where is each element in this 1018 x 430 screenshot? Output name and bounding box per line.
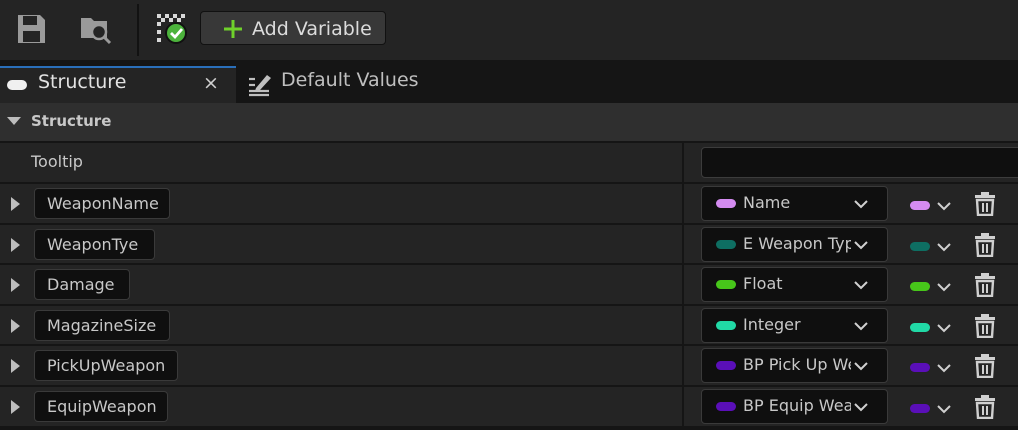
expand-arrow-icon[interactable] xyxy=(11,278,20,292)
trash-icon[interactable] xyxy=(974,272,996,297)
chevron-down-icon xyxy=(854,403,868,412)
chevron-down-icon[interactable] xyxy=(936,362,952,374)
variable-type-dropdown[interactable]: E Weapon Type xyxy=(701,227,888,262)
container-type-pill[interactable] xyxy=(910,201,930,210)
container-type-pill[interactable] xyxy=(910,323,930,332)
trash-icon[interactable] xyxy=(974,232,996,257)
variable-type-label: BP Pick Up Weapon xyxy=(743,355,851,374)
variable-name-field[interactable]: Damage xyxy=(34,269,130,300)
expand-arrow-icon[interactable] xyxy=(11,197,20,211)
chevron-down-icon xyxy=(854,322,868,331)
variable-name-field[interactable]: WeaponTye xyxy=(34,229,155,260)
chevron-down-icon xyxy=(854,200,868,209)
structure-tab-icon xyxy=(7,80,27,90)
column-divider[interactable] xyxy=(682,225,684,264)
browse-folder-icon[interactable] xyxy=(79,12,113,46)
chevron-down-icon[interactable] xyxy=(936,241,952,253)
save-icon[interactable] xyxy=(14,12,48,46)
column-divider[interactable] xyxy=(682,346,684,385)
chevron-down-icon[interactable] xyxy=(936,281,952,293)
container-type-pill[interactable] xyxy=(910,363,930,372)
expand-arrow-icon[interactable] xyxy=(11,319,20,333)
variable-type-label: Integer xyxy=(743,315,801,334)
collapse-icon[interactable] xyxy=(7,117,21,125)
chevron-down-icon[interactable] xyxy=(936,403,952,415)
column-divider[interactable] xyxy=(682,143,684,182)
variable-type-dropdown[interactable]: Name xyxy=(701,186,888,221)
variable-name-field[interactable]: PickUpWeapon xyxy=(34,350,178,381)
variable-row: PickUpWeapon BP Pick Up Weapon xyxy=(0,344,1018,385)
tab-structure-label: Structure xyxy=(38,71,127,93)
trash-icon[interactable] xyxy=(974,191,996,216)
column-divider[interactable] xyxy=(682,265,684,304)
tooltip-row: Tooltip xyxy=(0,141,1018,182)
chevron-down-icon xyxy=(854,281,868,290)
add-variable-button[interactable]: Add Variable xyxy=(200,11,386,45)
variable-row: EquipWeapon BP Equip Weapon xyxy=(0,385,1018,426)
variable-type-label: Float xyxy=(743,274,783,293)
type-color-pill xyxy=(716,321,736,330)
expand-arrow-icon[interactable] xyxy=(11,359,20,373)
tooltip-input[interactable] xyxy=(701,147,1018,178)
section-title: Structure xyxy=(31,112,112,130)
variable-type-label: Name xyxy=(743,193,791,212)
chevron-down-icon[interactable] xyxy=(936,322,952,334)
type-color-pill xyxy=(716,240,736,249)
expand-arrow-icon[interactable] xyxy=(11,238,20,252)
type-color-pill xyxy=(716,361,736,370)
type-color-pill xyxy=(716,402,736,411)
type-color-pill xyxy=(716,280,736,289)
toolbar-separator xyxy=(137,4,139,56)
variable-name-field[interactable]: MagazineSize xyxy=(34,310,170,341)
variable-name-field[interactable]: WeaponName xyxy=(34,188,170,219)
variable-row: WeaponTye E Weapon Type xyxy=(0,223,1018,264)
column-divider[interactable] xyxy=(682,184,684,223)
variable-row: MagazineSize Integer xyxy=(0,304,1018,345)
plus-icon xyxy=(224,20,242,38)
chevron-down-icon xyxy=(854,241,868,250)
variable-type-label: BP Equip Weapon xyxy=(743,396,851,415)
variable-type-dropdown[interactable]: BP Equip Weapon xyxy=(701,389,888,424)
variable-type-dropdown[interactable]: Integer xyxy=(701,308,888,343)
container-type-pill[interactable] xyxy=(910,282,930,291)
trash-icon[interactable] xyxy=(974,313,996,338)
chevron-down-icon[interactable] xyxy=(936,200,952,212)
tab-bar: Structure × Default Values xyxy=(0,60,1018,103)
trash-icon[interactable] xyxy=(974,394,996,419)
container-type-pill[interactable] xyxy=(910,404,930,413)
type-color-pill xyxy=(716,199,736,208)
tooltip-label: Tooltip xyxy=(31,152,83,171)
column-divider[interactable] xyxy=(682,387,684,426)
chevron-down-icon xyxy=(854,362,868,371)
edit-list-icon xyxy=(249,75,271,97)
trash-icon[interactable] xyxy=(974,353,996,378)
expand-arrow-icon[interactable] xyxy=(11,400,20,414)
container-type-pill[interactable] xyxy=(910,242,930,251)
tab-default-values[interactable]: Default Values xyxy=(246,66,446,103)
structure-section-header[interactable]: Structure xyxy=(0,103,1018,141)
variable-type-dropdown[interactable]: Float xyxy=(701,267,888,302)
variable-name-field[interactable]: EquipWeapon xyxy=(34,391,168,422)
compile-ok-icon[interactable] xyxy=(155,12,189,46)
column-divider[interactable] xyxy=(682,306,684,345)
tab-default-values-label: Default Values xyxy=(281,69,419,91)
variable-type-label: E Weapon Type xyxy=(743,234,851,253)
toolbar: Add Variable xyxy=(0,0,1018,60)
tab-structure[interactable]: Structure × xyxy=(0,66,236,103)
close-tab-button[interactable]: × xyxy=(203,72,219,94)
add-variable-label: Add Variable xyxy=(252,18,372,40)
variable-type-dropdown[interactable]: BP Pick Up Weapon xyxy=(701,348,888,383)
variable-row: Damage Float xyxy=(0,263,1018,304)
variable-row: WeaponName Name xyxy=(0,182,1018,223)
